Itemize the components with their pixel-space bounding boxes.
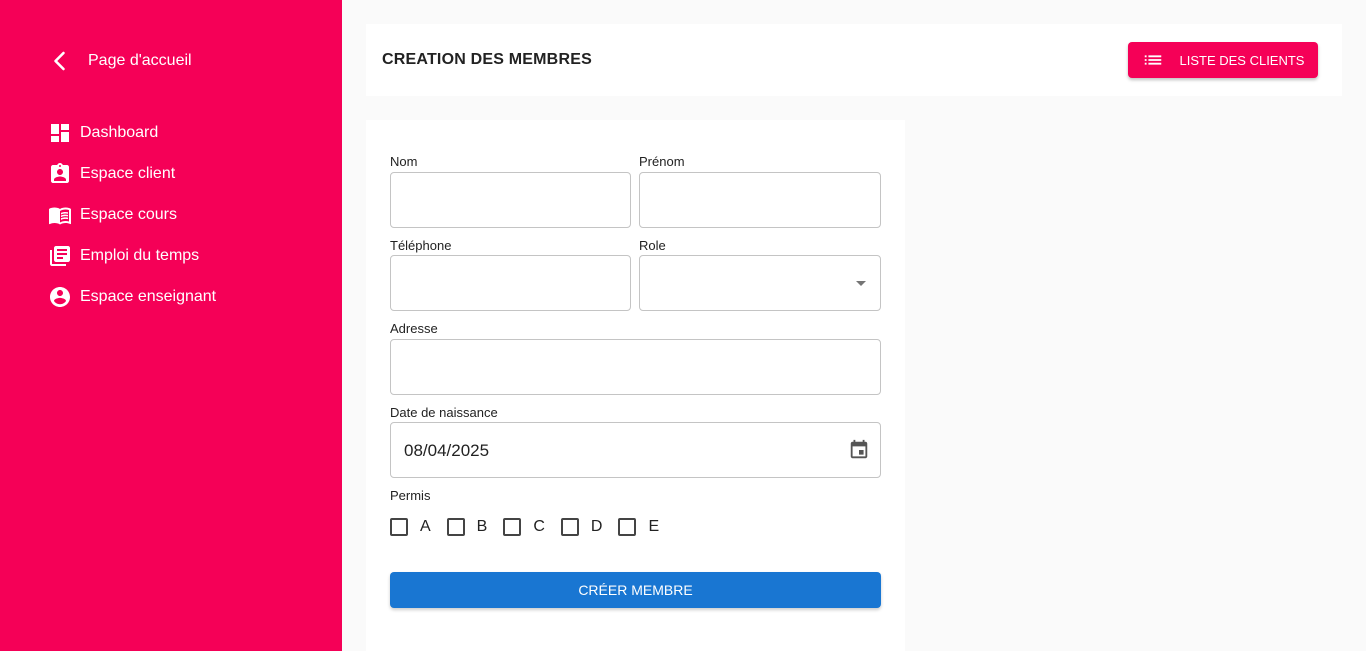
dropdown-arrow-icon xyxy=(856,281,866,286)
calendar-icon[interactable] xyxy=(848,439,870,461)
header-bar: CREATION DES MEMBRES LISTE DES CLIENTS xyxy=(366,24,1342,96)
sidebar-item-dashboard[interactable]: Dashboard xyxy=(48,112,216,153)
sidebar-nav: Dashboard Espace client Espace cours Emp… xyxy=(48,112,216,317)
checkbox-icon[interactable] xyxy=(560,518,579,536)
create-member-button[interactable]: CRÉER MEMBRE xyxy=(390,572,881,608)
chevron-left-icon xyxy=(54,51,65,71)
permis-option-label: D xyxy=(590,518,603,535)
date-naissance-value: 08/04/2025 xyxy=(404,441,490,460)
permis-option-label: A xyxy=(420,518,431,535)
dashboard-icon xyxy=(51,123,69,142)
account-circle-icon xyxy=(50,286,70,307)
checkbox-icon[interactable] xyxy=(446,518,465,536)
list-clients-button[interactable]: LISTE DES CLIENTS xyxy=(1128,42,1318,78)
assignment-ind-icon xyxy=(51,162,69,183)
role-select[interactable] xyxy=(639,255,881,311)
permis-options: A B C D E xyxy=(390,515,675,539)
sidebar-item-espace-enseignant[interactable]: Espace enseignant xyxy=(48,276,216,317)
library-books-icon xyxy=(50,245,70,266)
sidebar-item-label: Dashboard xyxy=(80,123,159,141)
sidebar-item-label: Espace cours xyxy=(80,205,177,223)
list-clients-label: LISTE DES CLIENTS xyxy=(1179,52,1305,68)
sidebar-item-label: Espace enseignant xyxy=(80,287,217,305)
checkbox-icon[interactable] xyxy=(390,518,408,536)
permis-checkbox-d[interactable]: D xyxy=(560,518,603,536)
permis-checkbox-a[interactable]: A xyxy=(390,518,431,536)
sidebar-item-espace-cours[interactable]: Espace cours xyxy=(48,194,216,235)
telephone-label: Téléphone xyxy=(390,238,452,253)
member-form: Nom Prénom Téléphone Role Adresse Date d… xyxy=(366,120,905,651)
sidebar-item-label: Espace client xyxy=(80,164,176,182)
prenom-label: Prénom xyxy=(639,154,685,169)
sidebar: Page d'accueil Dashboard Espace client E… xyxy=(0,0,342,651)
permis-option-label: E xyxy=(648,518,660,535)
sidebar-item-label: Emploi du temps xyxy=(80,246,200,264)
checkbox-icon[interactable] xyxy=(618,518,637,536)
permis-checkbox-b[interactable]: B xyxy=(446,518,488,536)
permis-checkbox-c[interactable]: C xyxy=(503,518,545,536)
date-naissance-input[interactable]: 08/04/2025 xyxy=(390,422,881,478)
checkbox-icon[interactable] xyxy=(503,518,522,536)
sidebar-item-espace-client[interactable]: Espace client xyxy=(48,153,216,194)
nom-input[interactable] xyxy=(390,172,631,228)
date-naissance-label: Date de naissance xyxy=(390,405,498,420)
menu-book-icon xyxy=(49,207,71,224)
permis-label: Permis xyxy=(390,488,431,503)
sidebar-item-emploi-du-temps[interactable]: Emploi du temps xyxy=(48,235,216,276)
telephone-input[interactable] xyxy=(390,255,631,311)
back-home-label: Page d'accueil xyxy=(88,52,192,69)
page-title: CREATION DES MEMBRES xyxy=(382,51,592,68)
permis-option-label: C xyxy=(533,518,545,535)
adresse-input[interactable] xyxy=(390,339,881,395)
back-home-link[interactable]: Page d'accueil xyxy=(48,46,192,76)
role-label: Role xyxy=(639,238,666,253)
nom-label: Nom xyxy=(390,154,418,169)
list-icon xyxy=(1144,55,1161,65)
prenom-input[interactable] xyxy=(639,172,881,228)
adresse-label: Adresse xyxy=(390,321,438,336)
permis-checkbox-e[interactable]: E xyxy=(618,518,659,536)
permis-option-label: B xyxy=(476,518,488,535)
